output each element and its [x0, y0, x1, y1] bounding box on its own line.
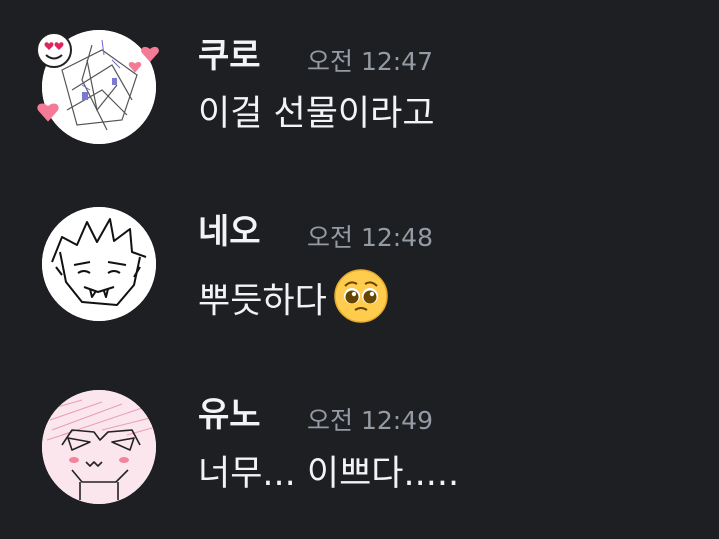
message-text-content: 뿌듯하다: [198, 281, 327, 322]
message-text: 너무... 이쁘다.....: [198, 454, 460, 494]
user-avatar[interactable]: [42, 390, 156, 504]
timestamp: 오전 12:48: [307, 223, 433, 252]
username[interactable]: 네오: [198, 215, 261, 249]
message-text: 뿌듯하다: [198, 269, 389, 331]
message-item: 유노 오전 12:49 너무... 이쁘다.....: [0, 0, 719, 504]
timestamp: 오전 12:49: [307, 406, 433, 435]
pleading-face-icon: [333, 268, 389, 331]
username[interactable]: 유노: [198, 398, 261, 432]
user-avatar[interactable]: [42, 207, 156, 321]
